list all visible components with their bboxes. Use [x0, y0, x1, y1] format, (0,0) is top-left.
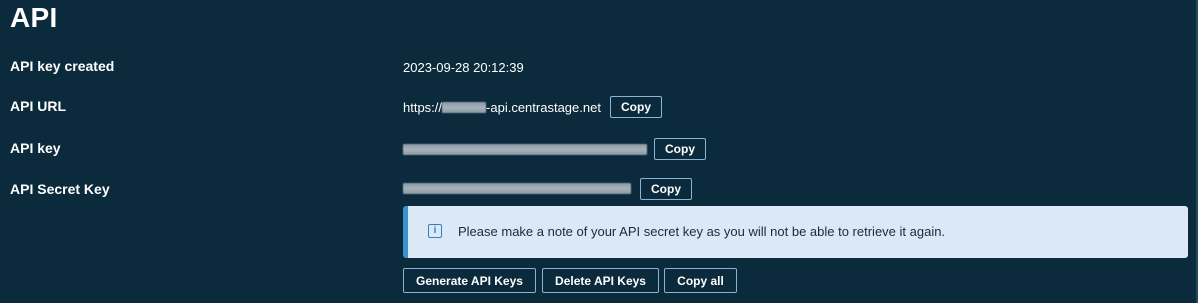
api-key-created-label: API key created — [10, 58, 115, 74]
copy-api-key-button[interactable]: Copy — [654, 138, 706, 160]
copy-api-url-button[interactable]: Copy — [610, 96, 662, 118]
api-secret-key-label: API Secret Key — [10, 181, 110, 197]
info-icon: i — [428, 224, 442, 238]
api-key-label: API key — [10, 140, 61, 156]
api-url-redacted-segment — [442, 102, 487, 113]
page-title: API — [10, 2, 58, 33]
copy-all-button[interactable]: Copy all — [664, 268, 737, 293]
delete-api-keys-button[interactable]: Delete API Keys — [542, 268, 659, 293]
api-url-label: API URL — [10, 98, 66, 114]
api-url-prefix: https:// — [403, 100, 443, 115]
api-key-created-value: 2023-09-28 20:12:39 — [403, 60, 524, 75]
api-key-redacted-value — [403, 144, 647, 155]
api-secret-key-redacted-value — [403, 183, 631, 194]
generate-api-keys-button[interactable]: Generate API Keys — [403, 268, 536, 293]
api-url-suffix: -api.centrastage.net — [486, 100, 601, 115]
copy-api-secret-key-button[interactable]: Copy — [640, 178, 692, 200]
notice-text: Please make a note of your API secret ke… — [458, 224, 946, 239]
secret-key-notice: i Please make a note of your API secret … — [403, 206, 1188, 258]
api-url-value: https:// -api.centrastage.net — [403, 100, 601, 115]
